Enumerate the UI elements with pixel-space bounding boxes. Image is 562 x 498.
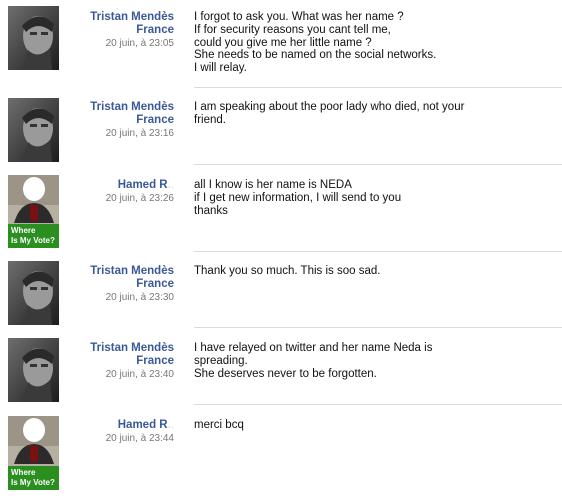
author-name[interactable]: Hamed R.. — [60, 179, 174, 192]
message-body: merci bcq — [194, 419, 534, 432]
author-name[interactable]: Tristan Mendès France — [60, 265, 174, 291]
timestamp: 20 juin, à 23:30 — [105, 292, 174, 303]
where-is-my-vote-badge: Where Is My Vote? — [8, 224, 59, 248]
message-divider — [194, 404, 562, 405]
author-name-line[interactable]: France — [60, 278, 174, 291]
author-name-line[interactable]: France — [60, 355, 174, 368]
message-line: thanks — [194, 204, 228, 217]
author-name[interactable]: Tristan Mendès France — [60, 342, 174, 368]
message-line: She deserves never to be forgotten. — [194, 367, 377, 380]
author-name-line[interactable]: Tristan Mendès — [60, 342, 174, 355]
where-is-my-vote-badge: Where Is My Vote? — [8, 466, 59, 490]
message-line: I will relay. — [194, 62, 247, 75]
message-line: friend. — [194, 113, 226, 126]
message-body: I have relayed on twitter and her name N… — [194, 342, 534, 380]
author-name-line[interactable]: Tristan Mendès — [60, 11, 174, 24]
message-body: I am speaking about the poor lady who di… — [194, 101, 534, 127]
badge-line: Where — [11, 226, 36, 235]
avatar-tristan[interactable] — [8, 338, 59, 402]
message-line: Thank you so much. This is soo sad. — [194, 265, 381, 277]
badge-line: Where — [11, 468, 36, 477]
message-body: Thank you so much. This is soo sad. — [194, 265, 534, 278]
message-line: I forgot to ask you. What was her name ? — [194, 11, 404, 23]
author-name-line[interactable]: Tristan Mendès — [60, 265, 174, 278]
message-line: spreading. — [194, 354, 248, 367]
message-line: If for security reasons you cant tell me… — [194, 23, 391, 36]
message-line: She needs to be named on the social netw… — [194, 49, 437, 62]
timestamp: 20 juin, à 23:05 — [105, 38, 174, 49]
message-line: could you give me her little name ? — [194, 36, 372, 49]
author-name-line[interactable]: Hamed R.. — [60, 419, 174, 432]
message-divider — [194, 87, 562, 88]
author-name-line[interactable]: Tristan Mendès — [60, 101, 174, 114]
author-name-line[interactable]: France — [60, 114, 174, 127]
avatar-tristan[interactable] — [8, 6, 59, 70]
author-name[interactable]: Tristan Mendès France — [60, 11, 174, 37]
message-thread: Tristan Mendès France 20 juin, à 23:05 I… — [0, 0, 562, 498]
timestamp: 20 juin, à 23:44 — [105, 433, 174, 444]
message-line: all I know is her name is NEDA — [194, 179, 352, 191]
author-name[interactable]: Hamed R.. — [60, 419, 174, 432]
timestamp: 20 juin, à 23:40 — [105, 369, 174, 380]
profile-photo-icon — [8, 338, 59, 402]
message-body: all I know is her name is NEDA if I get … — [194, 179, 534, 217]
redacted-name-tail: .. — [167, 179, 174, 191]
profile-photo-icon — [8, 98, 59, 162]
message-divider — [194, 164, 562, 165]
message-line: if I get new information, I will send to… — [194, 191, 402, 204]
author-name-line[interactable]: Hamed R.. — [60, 179, 174, 192]
message-line: I am speaking about the poor lady who di… — [194, 101, 465, 113]
message-body: I forgot to ask you. What was her name ?… — [194, 11, 534, 75]
badge-line: Is My Vote? — [11, 236, 55, 245]
profile-photo-icon — [8, 6, 59, 70]
avatar-hamed[interactable]: Where Is My Vote? — [8, 416, 59, 490]
author-name-line[interactable]: France — [60, 24, 174, 37]
avatar-hamed[interactable]: Where Is My Vote? — [8, 175, 59, 248]
profile-photo-icon — [8, 261, 59, 325]
avatar-tristan[interactable] — [8, 261, 59, 325]
author-name[interactable]: Tristan Mendès France — [60, 101, 174, 127]
timestamp: 20 juin, à 23:26 — [105, 193, 174, 204]
timestamp: 20 juin, à 23:16 — [105, 128, 174, 139]
avatar-tristan[interactable] — [8, 98, 59, 162]
message-divider — [194, 327, 562, 328]
message-divider — [194, 251, 562, 252]
redacted-name-tail: .. — [167, 419, 174, 431]
message-line: I have relayed on twitter and her name N… — [194, 342, 433, 354]
message-line: merci bcq — [194, 419, 244, 431]
badge-line: Is My Vote? — [11, 478, 55, 487]
